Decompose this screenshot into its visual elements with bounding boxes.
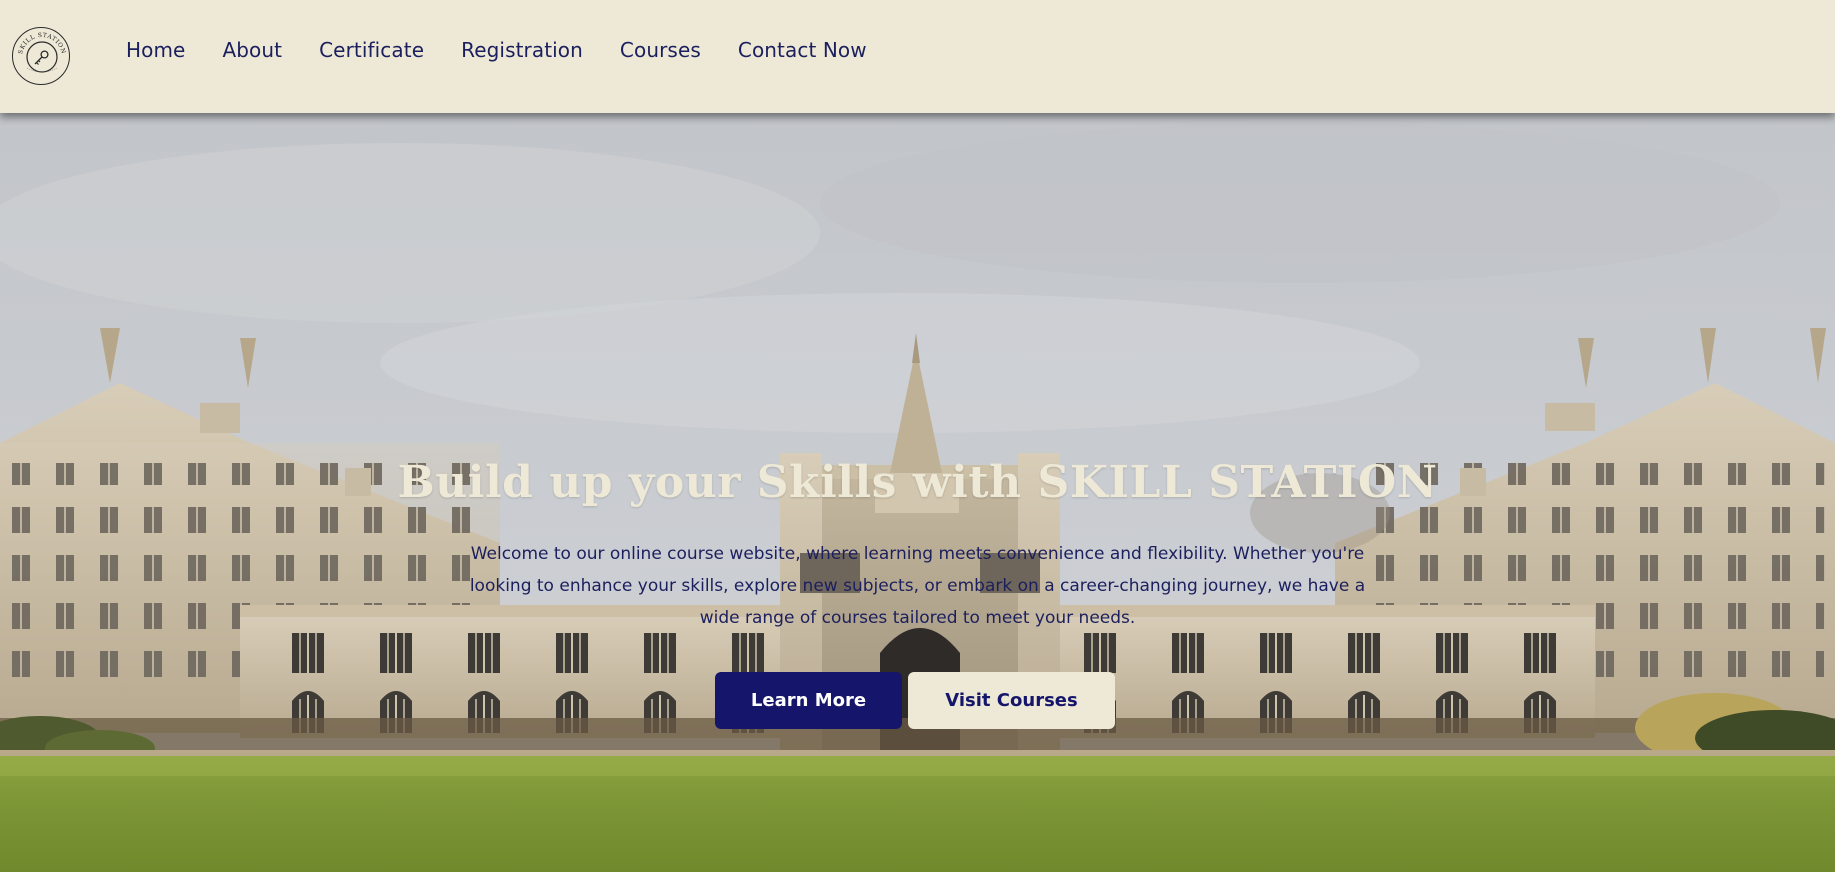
hero-section: Build up your Skills with SKILL STATION …	[0, 113, 1835, 872]
nav-link-contact-now[interactable]: Contact Now	[738, 38, 867, 62]
nav-link-about[interactable]: About	[222, 38, 282, 62]
hero-title: Build up your Skills with SKILL STATION	[397, 457, 1438, 508]
hero-description: Welcome to our online course website, wh…	[469, 544, 1366, 628]
navbar: SKILL STATION Home About Certificate Reg…	[0, 0, 1835, 113]
site-logo[interactable]: SKILL STATION	[12, 27, 70, 85]
nav-link-courses[interactable]: Courses	[620, 38, 701, 62]
visit-courses-button[interactable]: Visit Courses	[908, 672, 1115, 729]
key-emblem-icon: SKILL STATION	[17, 32, 66, 73]
learn-more-button[interactable]: Learn More	[715, 672, 902, 729]
nav-link-registration[interactable]: Registration	[461, 38, 583, 62]
nav-link-home[interactable]: Home	[126, 38, 185, 62]
nav-link-certificate[interactable]: Certificate	[319, 38, 424, 62]
main-nav: Home About Certificate Registration Cour…	[126, 38, 904, 62]
